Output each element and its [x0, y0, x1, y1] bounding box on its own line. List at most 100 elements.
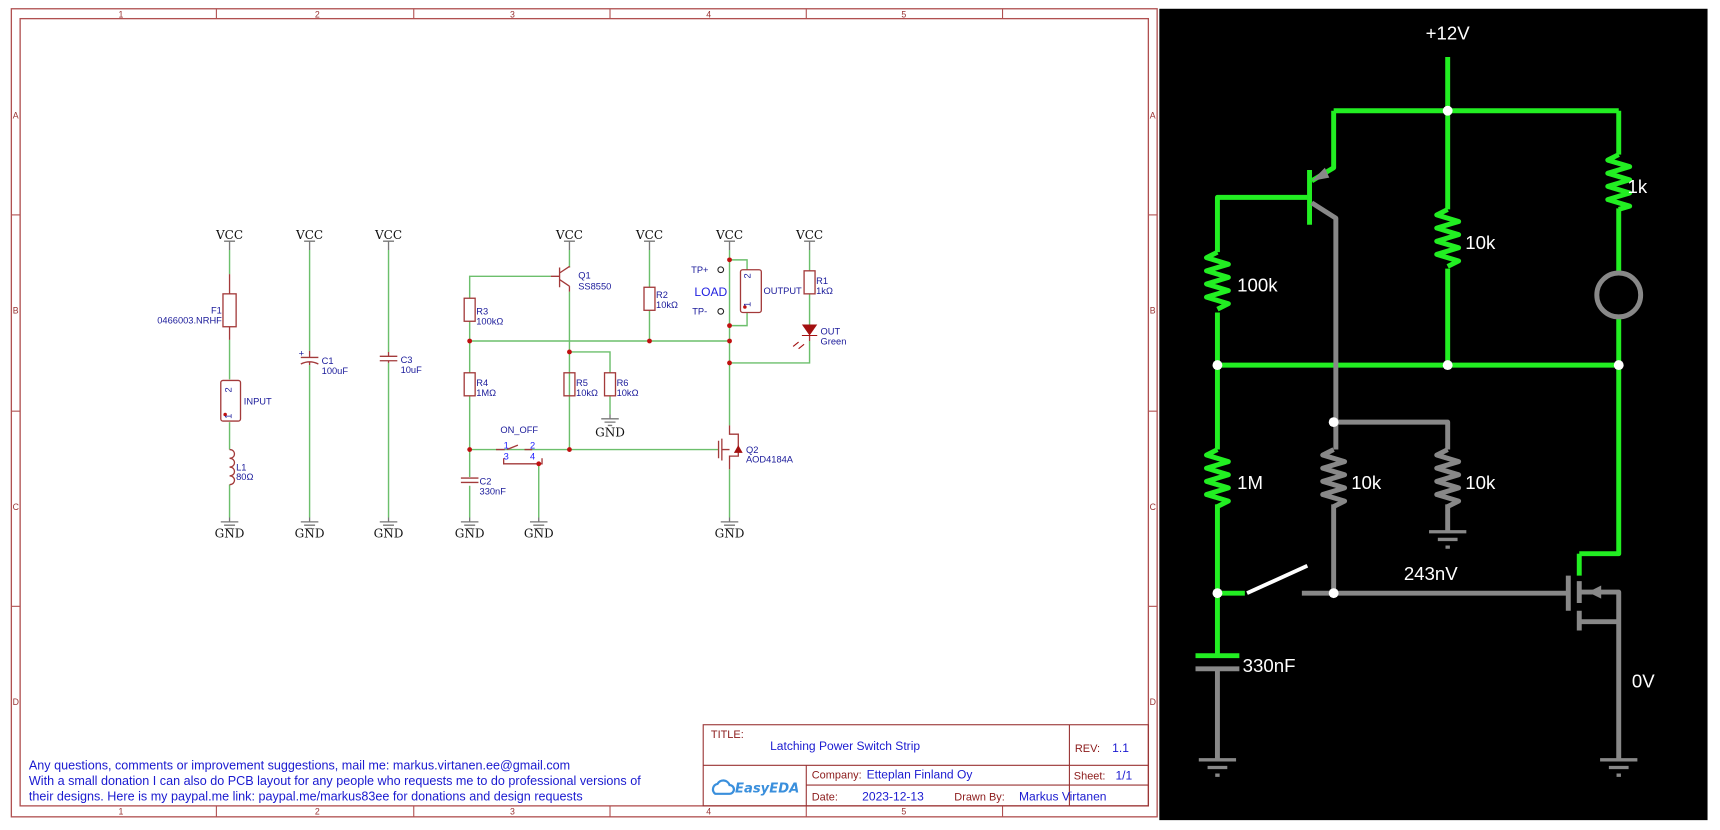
schematic-switch-name-text: ON_OFF	[500, 425, 538, 435]
schematic-sheet: 1 2 3 4 5 1 2 3 4 5 A B C D A B C D VCC …	[10, 8, 1158, 818]
schematic-Q1-value-text: SS8550	[578, 281, 611, 291]
label-330nf: 330nF	[1243, 655, 1296, 676]
schematic-input-pin2-text: 2	[224, 387, 234, 392]
column-label: 3	[510, 10, 515, 20]
company-value: Etteplan Finland Oy	[867, 767, 973, 781]
row-label: C	[13, 502, 19, 512]
vcc-label: VCC	[555, 228, 583, 242]
schematic-R3-value-text: 100kΩ	[476, 317, 503, 327]
label-10k-top: 10k	[1465, 232, 1496, 253]
resistor-10k-collector	[1320, 447, 1348, 509]
vcc-label: VCC	[215, 228, 243, 242]
schematic-switch-pins-2-text: 3	[504, 451, 509, 461]
column-label: 4	[706, 807, 711, 817]
row-label: B	[1150, 306, 1156, 316]
row-label: A	[13, 110, 19, 120]
schematic-C3-ref-text: C3	[401, 355, 413, 365]
schematic-switch-pins-0-text: 1	[504, 440, 509, 450]
schematic-C1-polarity-text: +	[299, 348, 304, 358]
resistor-10k-top	[1434, 207, 1462, 269]
schematic-R6-ref-text: R6	[617, 378, 629, 388]
company-label: Company:	[812, 769, 862, 781]
schematic-R2-ref-text: R2	[656, 290, 668, 300]
note-line: With a small donation I can also do PCB …	[29, 774, 641, 788]
schematic-R3-ref-text: R3	[476, 307, 488, 317]
column-label: 5	[901, 10, 906, 20]
column-label: 2	[315, 807, 320, 817]
row-label: C	[1150, 502, 1156, 512]
vcc-label: VCC	[374, 228, 402, 242]
schematic-R1-value-text: 1kΩ	[816, 286, 833, 296]
vcc-label: VCC	[635, 228, 663, 242]
designer-notes: Any questions, comments or improvement s…	[29, 759, 641, 804]
column-label: 3	[510, 807, 515, 817]
schematic-Q2-ref-text: Q2	[746, 445, 758, 455]
vcc-label: VCC	[295, 228, 323, 242]
resistor-1m	[1204, 447, 1231, 509]
schematic-switch-pins-1-text: 2	[530, 440, 535, 450]
row-label: A	[1150, 110, 1156, 120]
sheet-label: Sheet:	[1074, 771, 1106, 783]
schematic-C2-value-text: 330nF	[480, 486, 507, 496]
schematic-C3-value-text: 10uF	[401, 365, 423, 375]
note-line: their designs. Here is my paypal.me link…	[29, 789, 583, 803]
simulator-panel: +12V 100k 10k 1k 1M 10k 10k 243nV 330nF …	[1159, 8, 1708, 821]
schematic-input-name-text: INPUT	[244, 397, 272, 407]
schematic-output-load-text: LOAD	[694, 285, 727, 299]
schematic-LED-ref-text: OUT	[821, 326, 841, 336]
gnd-label: GND	[374, 526, 404, 540]
canvas: 1 2 3 4 5 1 2 3 4 5 A B C D A B C D VCC …	[10, 8, 1708, 821]
sheet-value: 1/1	[1115, 769, 1132, 783]
schematic-F1-value-text: 0466003.NRHF	[157, 315, 222, 325]
column-label: 5	[901, 807, 906, 817]
row-label: B	[13, 306, 19, 316]
drain-voltage-readout: 0V	[1632, 670, 1655, 691]
label-1m: 1M	[1237, 472, 1263, 493]
sheet-outer-frame	[10, 8, 1158, 818]
gnd-label: GND	[215, 526, 245, 540]
schematic-R5-value-text: 10kΩ	[576, 388, 598, 398]
rev-label: REV:	[1075, 743, 1100, 755]
schematic-C1-value-text: 100uF	[322, 366, 349, 376]
column-label: 1	[119, 10, 124, 20]
date-value: 2023-12-13	[862, 789, 924, 803]
schematic-R4-ref-text: R4	[476, 378, 488, 388]
schematic-switch-pins-3-text: 4	[530, 451, 535, 461]
schematic-Q1-ref-text: Q1	[578, 270, 590, 280]
column-label: 2	[315, 10, 320, 20]
label-1k: 1k	[1628, 176, 1648, 197]
rev-value: 1.1	[1112, 741, 1129, 755]
schematic-C1-ref-text: C1	[322, 356, 334, 366]
schematic-output-pin1-text: 1	[742, 302, 752, 307]
schematic-output-tp_plus-text: TP+	[691, 265, 708, 275]
schematic-C2-ref-text: C2	[480, 477, 492, 487]
drawn-by-label: Drawn By:	[954, 791, 1005, 803]
title-value: Latching Power Switch Strip	[770, 739, 920, 753]
row-label: D	[1150, 697, 1156, 707]
resistor-10k-pulldown	[1434, 447, 1462, 509]
schematic-L1-ref-text: L1	[236, 462, 246, 472]
gnd-label: GND	[524, 526, 554, 540]
schematic-R2-value-text: 10kΩ	[656, 300, 678, 310]
schematic-L1-value-text: 80Ω	[236, 472, 253, 482]
schematic-output-pin2-text: 2	[742, 273, 752, 278]
drawn-by-value: Markus Virtanen	[1019, 789, 1107, 803]
supply-label: +12V	[1426, 22, 1471, 43]
schematic-Q2-value-text: AOD4184A	[746, 455, 794, 465]
column-label: 1	[119, 807, 124, 817]
note-line: Any questions, comments or improvement s…	[29, 759, 570, 773]
easyeda-logo: EasyEDA	[735, 782, 799, 797]
schematic-F1-ref-text: F1	[211, 306, 222, 316]
gnd-label: GND	[715, 526, 745, 540]
label-100k: 100k	[1237, 275, 1278, 296]
vcc-label: VCC	[795, 228, 823, 242]
row-label: D	[13, 697, 19, 707]
gnd-label: GND	[595, 425, 625, 439]
date-label: Date:	[812, 791, 838, 803]
vcc-label: VCC	[715, 228, 743, 242]
title-label: TITLE:	[711, 729, 744, 741]
test-point-minus	[717, 307, 725, 315]
schematic-R1-ref-text: R1	[816, 276, 828, 286]
resistor-100k	[1204, 249, 1231, 312]
schematic-LED-value-text: Green	[821, 336, 847, 346]
